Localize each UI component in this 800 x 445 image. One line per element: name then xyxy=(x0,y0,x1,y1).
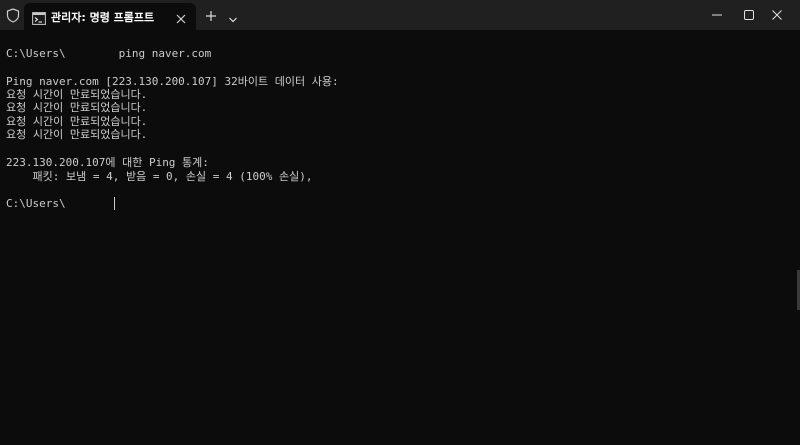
timeout-line: 요청 시간이 만료되었습니다. xyxy=(6,101,148,114)
shield-icon xyxy=(6,8,20,23)
packet-stats-line: 패킷: 보냄 = 4, 받음 = 0, 손실 = 4 (100% 손실), xyxy=(6,170,313,183)
minimize-icon xyxy=(712,14,722,16)
timeout-line: 요청 시간이 만료되었습니다. xyxy=(6,88,148,101)
terminal-output[interactable]: C:\Users\ ping naver.com Ping naver.com … xyxy=(0,30,797,445)
ping-header-line: Ping naver.com [223.130.200.107] 32바이트 데… xyxy=(6,75,339,88)
prompt-line: C:\Users\ xyxy=(6,197,66,210)
title-bar: 관리자: 명령 프롬프트 xyxy=(0,0,800,30)
timeout-line: 요청 시간이 만료되었습니다. xyxy=(6,128,148,141)
close-icon xyxy=(772,10,782,20)
tab-title: 관리자: 명령 프롬프트 xyxy=(51,11,155,24)
plus-icon xyxy=(206,11,216,21)
timeout-line: 요청 시간이 만료되었습니다. xyxy=(6,115,148,128)
text-cursor xyxy=(114,197,115,210)
new-tab-button[interactable] xyxy=(204,8,218,22)
close-window-button[interactable] xyxy=(754,0,800,30)
close-tab-icon[interactable] xyxy=(175,10,187,24)
chevron-down-icon xyxy=(229,17,237,23)
dropdown-button[interactable] xyxy=(227,10,239,23)
terminal-icon xyxy=(32,10,46,25)
tab-command-prompt[interactable]: 관리자: 명령 프롬프트 xyxy=(24,3,196,30)
statistics-header-line: 223.130.200.107에 대한 Ping 통계: xyxy=(6,156,209,169)
prompt-line: C:\Users\ ping naver.com xyxy=(6,47,212,60)
